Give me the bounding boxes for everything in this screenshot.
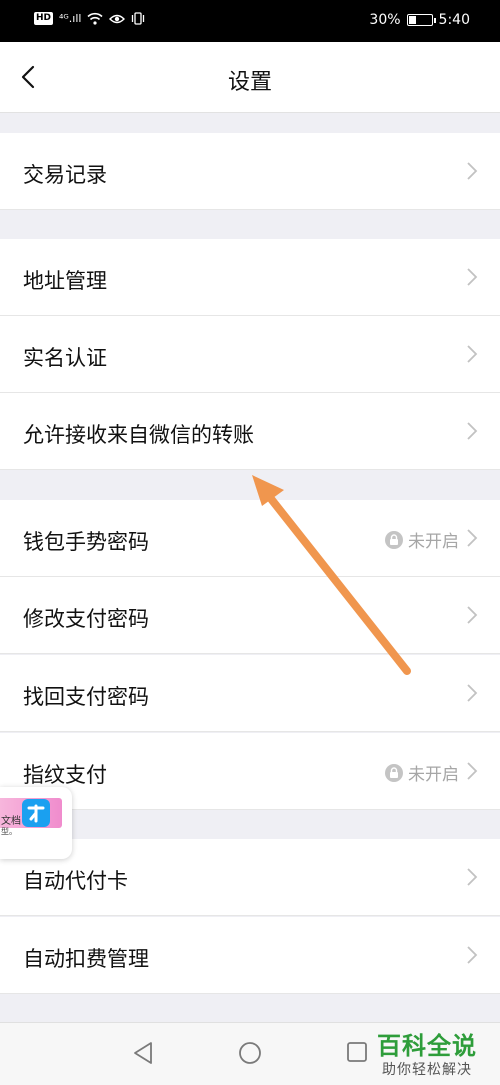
settings-row-gesture-password[interactable]: 钱包手势密码 未开启 — [0, 500, 500, 577]
row-label: 找回支付密码 — [23, 685, 149, 709]
nav-back-icon[interactable] — [132, 1041, 154, 1065]
chevron-right-icon — [467, 762, 478, 780]
watermark-title: 百科全说 — [377, 1032, 477, 1060]
row-label: 修改支付密码 — [23, 607, 149, 631]
settings-row-fingerprint-payment[interactable]: 指纹支付 未开启 — [0, 733, 500, 810]
hd-icon: HD — [34, 12, 54, 25]
row-label: 自动代付卡 — [23, 869, 128, 893]
settings-row-transaction-records[interactable]: 交易记录 — [0, 133, 500, 210]
page-title: 设置 — [227, 70, 272, 95]
row-label: 允许接收来自微信的转账 — [23, 423, 254, 447]
wifi-icon — [87, 12, 104, 25]
status-bar: HD ⁴ᴳ.ıll 30% 5:40 — [0, 0, 500, 42]
battery-icon — [406, 14, 436, 26]
status-text: 未开启 — [408, 532, 459, 552]
vibrate-icon — [132, 12, 145, 25]
battery-percent: 30% — [369, 12, 401, 28]
row-label: 指纹支付 — [23, 763, 107, 787]
settings-row-auto-pay-card[interactable]: 自动代付卡 — [0, 839, 500, 916]
chevron-right-icon — [467, 684, 478, 702]
app-icon — [22, 799, 50, 827]
status-indicator: 未开启 — [385, 760, 459, 785]
nav-recents-icon[interactable] — [346, 1041, 368, 1063]
chevron-right-icon — [467, 606, 478, 624]
chevron-right-icon — [467, 162, 478, 180]
chevron-right-icon — [467, 529, 478, 547]
settings-row-real-name-verification[interactable]: 实名认证 — [0, 316, 500, 393]
settings-row-auto-deduction-management[interactable]: 自动扣费管理 — [0, 917, 500, 994]
navigation-bar: 设置 — [0, 42, 500, 113]
battery-fill — [408, 16, 416, 24]
row-label: 交易记录 — [23, 163, 107, 187]
signal-icon: ⁴ᴳ.ıll — [59, 12, 82, 25]
chevron-right-icon — [467, 868, 478, 886]
eye-icon — [109, 14, 126, 23]
settings-row-change-payment-password[interactable]: 修改支付密码 — [0, 577, 500, 654]
floating-document-widget[interactable]: 文档 型。 — [0, 787, 72, 859]
lock-icon — [385, 763, 403, 782]
widget-text-top: 文档 — [1, 816, 21, 827]
row-label: 自动扣费管理 — [23, 947, 149, 971]
settings-row-recover-payment-password[interactable]: 找回支付密码 — [0, 655, 500, 732]
status-text: 未开启 — [408, 765, 459, 785]
watermark-subtitle: 助你轻松解决 — [382, 1062, 472, 1078]
row-label: 钱包手势密码 — [23, 530, 149, 554]
widget-text-bottom: 型。 — [1, 827, 17, 836]
lock-icon — [385, 530, 403, 549]
settings-row-address-management[interactable]: 地址管理 — [0, 239, 500, 316]
watermark: 百科全说 助你轻松解决 — [372, 1022, 492, 1082]
status-indicator: 未开启 — [385, 527, 459, 552]
clock: 5:40 — [438, 12, 470, 28]
chevron-right-icon — [467, 422, 478, 440]
nav-home-icon[interactable] — [238, 1041, 262, 1065]
chevron-right-icon — [467, 268, 478, 286]
row-label: 地址管理 — [23, 269, 107, 293]
row-label: 实名认证 — [23, 346, 107, 370]
chevron-right-icon — [467, 946, 478, 964]
chevron-right-icon — [467, 345, 478, 363]
settings-row-allow-wechat-transfer[interactable]: 允许接收来自微信的转账 — [0, 393, 500, 470]
